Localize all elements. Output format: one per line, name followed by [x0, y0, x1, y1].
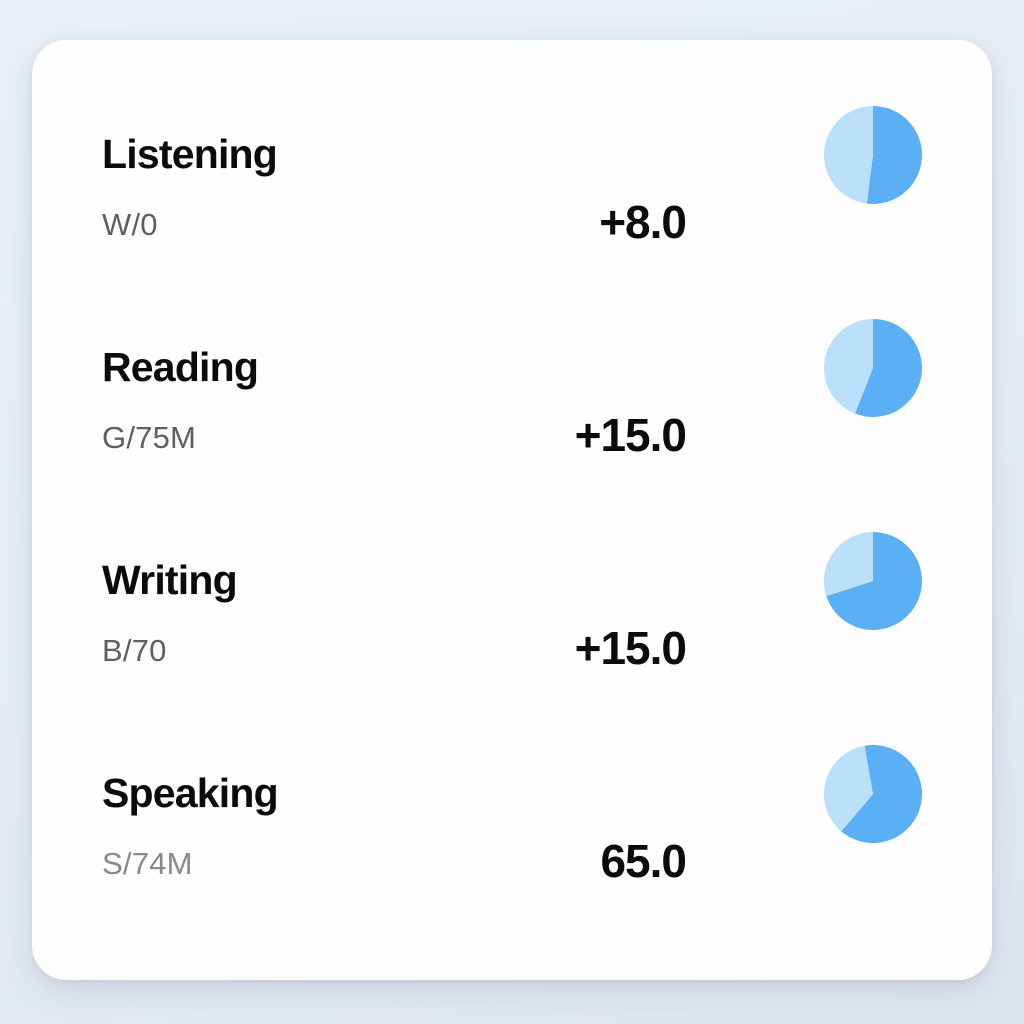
score-row[interactable]: Listening W/0 +8.0 [102, 84, 922, 297]
score-row[interactable]: Speaking S/74M 65.0 [102, 723, 922, 936]
score-row[interactable]: Reading G/75M +15.0 [102, 297, 922, 510]
row-title: Listening [102, 131, 278, 177]
pie-chart-writing [824, 532, 922, 630]
pie-chart-icon [824, 745, 922, 843]
pie-chart-listening [824, 106, 922, 204]
pie-chart-icon [824, 532, 922, 630]
pie-chart-icon [824, 106, 922, 204]
row-title: Reading [102, 344, 259, 390]
row-title: Speaking [102, 770, 279, 816]
row-value: +15.0 [574, 409, 687, 461]
app-screen: Listening W/0 +8.0 Reading G/75M +15.0 W… [0, 0, 1024, 1024]
pie-chart-speaking [824, 745, 922, 843]
pie-chart-icon [824, 319, 922, 417]
score-row-list: Listening W/0 +8.0 Reading G/75M +15.0 W… [32, 40, 992, 980]
row-title: Writing [102, 557, 238, 603]
pie-chart-reading [824, 319, 922, 417]
score-summary-card: Listening W/0 +8.0 Reading G/75M +15.0 W… [32, 40, 992, 980]
score-row[interactable]: Writing B/70 +15.0 [102, 510, 922, 723]
row-value: +8.0 [599, 196, 687, 248]
row-value: 65.0 [600, 835, 687, 887]
row-value: +15.0 [574, 622, 687, 674]
